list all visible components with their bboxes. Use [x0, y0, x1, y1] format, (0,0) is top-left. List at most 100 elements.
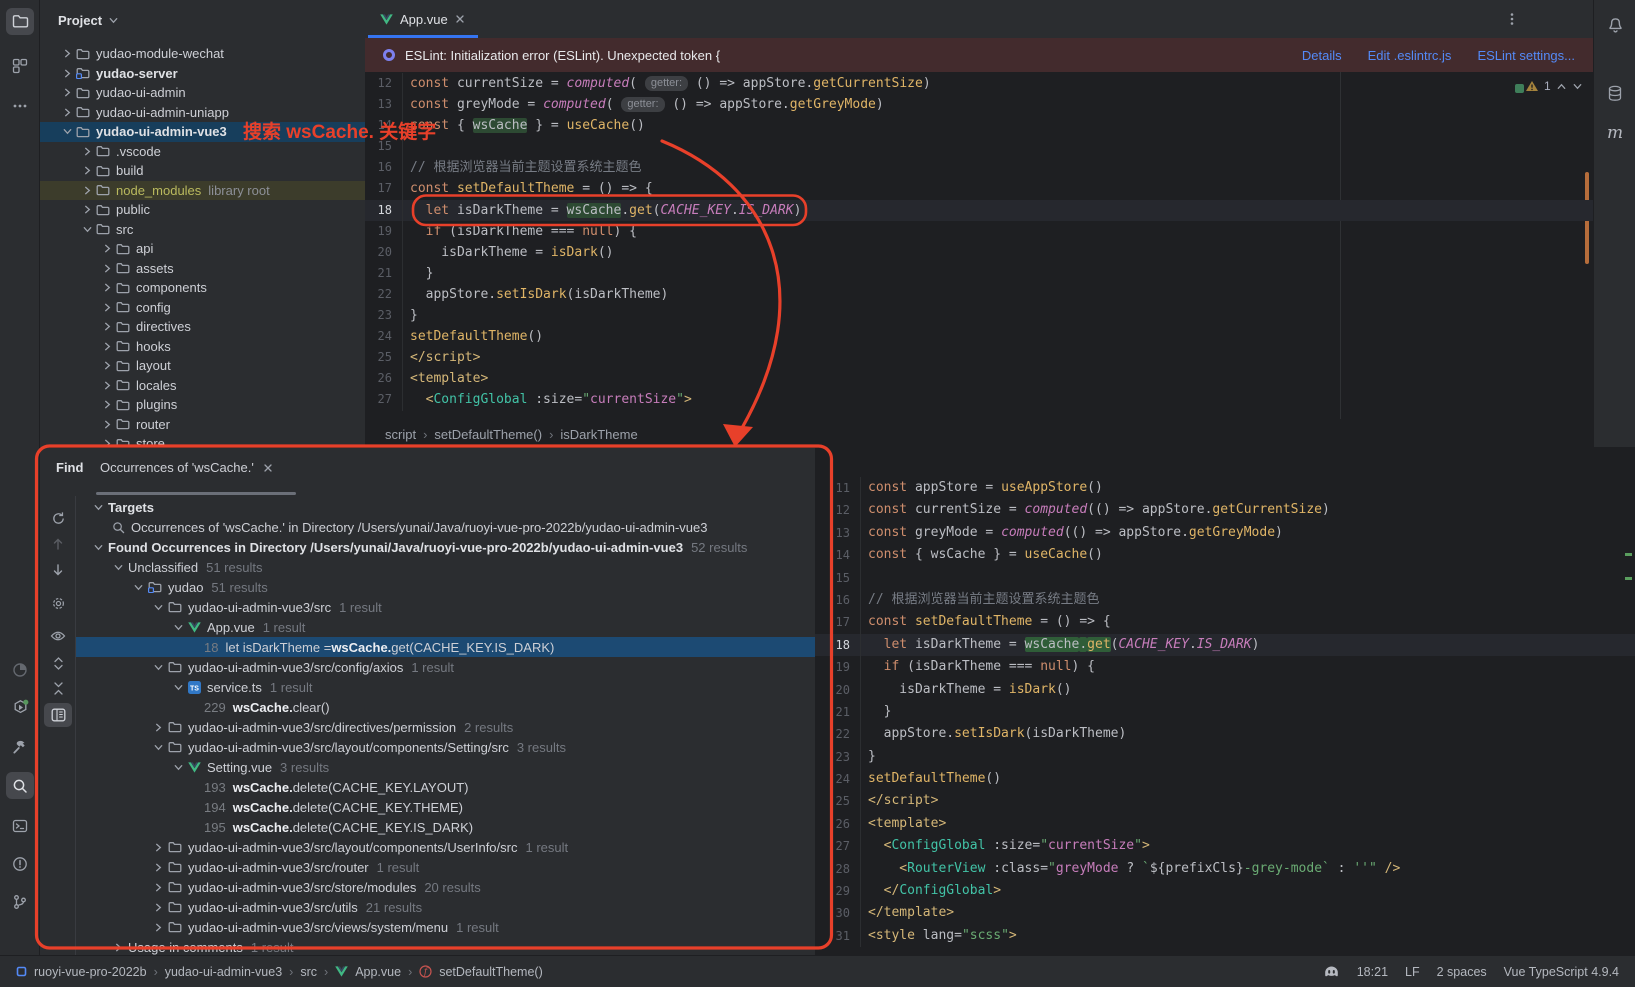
activity-button-terminal[interactable]	[6, 812, 34, 839]
find-tree-row[interactable]: yudao-ui-admin-vue3/src/layout/component…	[76, 837, 815, 857]
status-item[interactable]: yudao-ui-admin-vue3	[165, 965, 282, 979]
chevron-down-icon[interactable]	[60, 126, 74, 137]
project-panel-header[interactable]: Project	[40, 0, 365, 40]
code-line[interactable]: 19 if (isDarkTheme === null) {	[815, 656, 1635, 678]
chevron-right-icon[interactable]	[100, 263, 114, 274]
strip-button-maven[interactable]: m	[1601, 120, 1629, 147]
project-tree-item[interactable]: plugins	[40, 395, 365, 415]
status-item[interactable]: LF	[1405, 965, 1420, 979]
chevron-down-icon[interactable]	[172, 682, 185, 693]
find-tree-row[interactable]: Setting.vue3 results	[76, 757, 815, 777]
chevron-right-icon[interactable]	[60, 107, 74, 118]
preview-code[interactable]: 11const appStore = useAppStore()12const …	[815, 477, 1635, 947]
code-line[interactable]: 26<template>	[365, 368, 1593, 389]
find-tree-row[interactable]: yudao-ui-admin-vue3/src1 result	[76, 597, 815, 617]
chevron-right-icon[interactable]	[80, 204, 94, 215]
code-line[interactable]: 29 </ConfigGlobal>	[815, 880, 1635, 902]
activity-button-more[interactable]	[6, 92, 34, 119]
strip-button-notifications-bell[interactable]	[1601, 12, 1629, 39]
code-line[interactable]: 20 isDarkTheme = isDark()	[365, 242, 1593, 263]
project-tree-item[interactable]: components	[40, 278, 365, 298]
find-usage-row[interactable]: 18let isDarkTheme = wsCache.get(CACHE_KE…	[76, 637, 815, 657]
code-line[interactable]: 23}	[815, 746, 1635, 768]
code-line[interactable]: 16// 根据浏览器当前主题设置系统主题色	[815, 589, 1635, 611]
chevron-right-icon[interactable]	[100, 438, 114, 447]
chevron-right-icon[interactable]	[100, 282, 114, 293]
status-item[interactable]: src	[300, 965, 317, 979]
code-line[interactable]: 26<template>	[815, 813, 1635, 835]
status-item[interactable]: App.vue	[335, 965, 401, 979]
find-tree-row[interactable]: Targets	[76, 497, 815, 517]
code-line[interactable]: 23}	[365, 305, 1593, 326]
chevron-right-icon[interactable]	[60, 87, 74, 98]
code-line[interactable]: 21 }	[815, 701, 1635, 723]
activity-button-git-branch[interactable]	[6, 888, 34, 915]
chevron-down-icon[interactable]	[80, 224, 94, 235]
find-tree-row[interactable]: App.vue1 result	[76, 617, 815, 637]
project-tree-item[interactable]: yudao-module-wechat	[40, 44, 365, 64]
chevron-right-icon[interactable]	[80, 146, 94, 157]
project-tree-item[interactable]: hooks	[40, 337, 365, 357]
find-toolbar-arrow-up[interactable]	[44, 532, 72, 556]
code-line[interactable]: 16// 根据浏览器当前主题设置系统主题色	[365, 157, 1593, 178]
status-item[interactable]	[1323, 964, 1340, 979]
activity-button-build-hammer[interactable]	[6, 733, 34, 760]
code-line[interactable]: 27 <ConfigGlobal :size="currentSize">	[365, 389, 1593, 410]
find-toolbar-arrow-down[interactable]	[44, 558, 72, 582]
chevron-down-icon[interactable]	[152, 742, 165, 753]
find-tree-row[interactable]: yudao51 results	[76, 577, 815, 597]
code-line[interactable]: 17const setDefaultTheme = () => {	[815, 611, 1635, 633]
find-toolbar-collapse-all[interactable]	[44, 676, 72, 700]
project-tree-item[interactable]: locales	[40, 376, 365, 396]
project-tree-item[interactable]: assets	[40, 259, 365, 279]
find-usage-row[interactable]: 193wsCache.delete(CACHE_KEY.LAYOUT)	[76, 777, 815, 797]
banner-link[interactable]: Details	[1302, 48, 1342, 63]
find-usage-row[interactable]: 195wsCache.delete(CACHE_KEY.IS_DARK)	[76, 817, 815, 837]
code-line[interactable]: 19 if (isDarkTheme === null) {	[365, 221, 1593, 242]
code-line[interactable]: 20 isDarkTheme = isDark()	[815, 679, 1635, 701]
project-tree-item[interactable]: yudao-ui-admin-uniapp	[40, 103, 365, 123]
project-tree-item[interactable]: .vscode	[40, 142, 365, 162]
project-tree-item[interactable]: yudao-ui-admin	[40, 83, 365, 103]
code-line[interactable]: 18 let isDarkTheme = wsCache.get(CACHE_K…	[815, 634, 1635, 656]
code-line[interactable]: 22 appStore.setIsDark(isDarkTheme)	[815, 723, 1635, 745]
chevron-right-icon[interactable]	[152, 722, 165, 733]
activity-button-problems[interactable]	[6, 850, 34, 877]
tab-app-vue[interactable]: App.vue	[368, 0, 477, 38]
code-line[interactable]: 21 }	[365, 263, 1593, 284]
close-icon[interactable]	[455, 14, 465, 24]
code-line[interactable]: 14const { wsCache } = useCache()	[815, 544, 1635, 566]
project-tree-item[interactable]: directives	[40, 317, 365, 337]
strip-button-database[interactable]	[1601, 80, 1629, 107]
find-results-tab[interactable]: Occurrences of 'wsCache.'	[100, 460, 273, 475]
find-tree-row[interactable]: yudao-ui-admin-vue3/src/router1 result	[76, 857, 815, 877]
project-tree-item[interactable]: yudao-server	[40, 64, 365, 84]
project-tree-item[interactable]: build	[40, 161, 365, 181]
activity-button-structure[interactable]	[6, 52, 34, 79]
project-tree-item[interactable]: node_moduleslibrary root	[40, 181, 365, 201]
find-toolbar-gear[interactable]	[44, 591, 72, 615]
chevron-right-icon[interactable]	[100, 302, 114, 313]
find-tree-row[interactable]: Found Occurrences in Directory /Users/yu…	[76, 537, 815, 557]
find-tree-row[interactable]: TSservice.ts1 result	[76, 677, 815, 697]
find-tree-row[interactable]: yudao-ui-admin-vue3/src/directives/permi…	[76, 717, 815, 737]
find-toolbar-expand-all[interactable]	[44, 651, 72, 675]
code-line[interactable]: 15	[815, 567, 1635, 589]
project-tree-item[interactable]: router	[40, 415, 365, 435]
project-tree-item[interactable]: public	[40, 200, 365, 220]
code-line[interactable]: 12const currentSize = computed(() => app…	[815, 499, 1635, 521]
code-line[interactable]: 13const greyMode = computed(() => appSto…	[815, 522, 1635, 544]
code-line[interactable]: 24setDefaultTheme()	[365, 326, 1593, 347]
code-line[interactable]: 11const appStore = useAppStore()	[815, 477, 1635, 499]
chevron-right-icon[interactable]	[112, 942, 125, 953]
chevron-right-icon[interactable]	[152, 862, 165, 873]
project-tree-item[interactable]: yudao-ui-admin-vue3	[40, 122, 365, 142]
chevron-right-icon[interactable]	[60, 68, 74, 79]
status-item[interactable]: 18:21	[1357, 965, 1388, 979]
code-line[interactable]: 24setDefaultTheme()	[815, 768, 1635, 790]
code-line[interactable]: 14const { wsCache } = useCache()	[365, 115, 1593, 136]
code-line[interactable]: 13const greyMode = computed( getter: () …	[365, 94, 1593, 115]
banner-link[interactable]: ESLint settings...	[1477, 48, 1575, 63]
activity-button-profiler[interactable]	[6, 656, 34, 683]
chevron-down-icon[interactable]	[112, 562, 125, 573]
